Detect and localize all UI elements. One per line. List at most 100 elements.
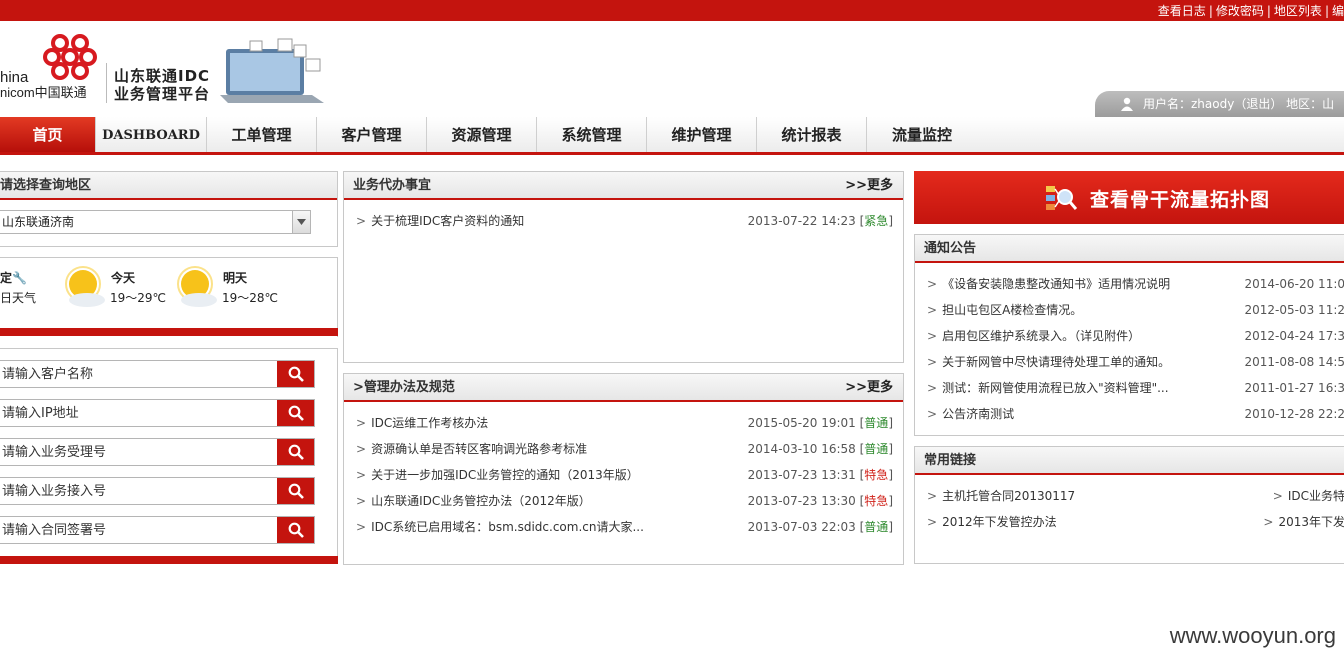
edit-link[interactable]: 编 [1332,4,1344,18]
notice-title[interactable]: 关于新网管中尽快请理待处理工单的通知。 [942,355,1170,369]
rule-item-title[interactable]: 关于进一步加强IDC业务管控的通知（2013年版） [371,468,639,482]
ip-address-input[interactable] [0,400,278,426]
notice-date: 2010-12-28 22:2 [1244,407,1344,421]
nav-traffic[interactable]: 流量监控 [867,117,977,152]
rules-more-link[interactable]: >>更多 [845,374,893,402]
nav-system[interactable]: 系统管理 [537,117,647,152]
tag-urgent: 紧急 [864,214,889,228]
nav-maintenance[interactable]: 维护管理 [647,117,757,152]
notices-panel: 通知公告 > 《设备安装隐患整改通知书》适用情况说明 2014-06-20 11:0… [914,234,1344,436]
topology-search-icon [1046,186,1077,210]
rule-item-title[interactable]: IDC系统已启用域名：bsm.sdidc.com.cn请大家... [371,520,644,534]
contract-number-field [0,516,315,544]
nav-dashboard[interactable]: DASHBOARD [96,117,207,152]
rule-item-title[interactable]: IDC运维工作考核办法 [371,416,488,430]
weather-panel: 定🔧 日天气 今天 19～29℃ 明天 19～28℃ [0,257,338,337]
list-item: > 《设备安装隐患整改通知书》适用情况说明 2014-06-20 11:0 [927,274,1344,294]
rules-panel: >管理办法及规范 >>更多 > IDC运维工作考核办法 2015-05-20 19… [343,373,904,565]
chevron-right-icon: > [927,355,938,369]
topology-button-label: 查看骨干流量拓扑图 [1090,189,1271,211]
rules-panel-title: >管理办法及规范 [353,380,455,395]
chevron-down-icon[interactable] [292,211,310,233]
region-select-value: 山东联通济南 [2,215,75,229]
notice-title[interactable]: 担山屯包区A楼检查情况。 [942,303,1082,317]
weather-label: 定🔧 [0,271,27,285]
rule-item-date: 2013-07-23 13:30 [特急] [747,494,893,508]
nav-home[interactable]: 首页 [0,117,96,152]
ip-address-field [0,399,315,427]
rules-panel-header: >管理办法及规范 >>更多 [344,374,903,402]
tag-urgent: 特急 [864,468,889,482]
divider-bar [0,328,338,336]
partly-sunny-icon [177,266,217,307]
chevron-right-icon: > [356,494,367,508]
nav-workorder[interactable]: 工单管理 [207,117,317,152]
todo-panel-header: 业务代办事宜 >>更多 [344,172,903,200]
search-button[interactable] [277,400,314,426]
region-panel-title: 请选择查询地区 [0,172,337,200]
search-button[interactable] [277,439,314,465]
topology-button[interactable]: 查看骨干流量拓扑图 [914,171,1344,224]
chevron-right-icon: > [927,329,938,343]
chevron-right-icon: > [1272,489,1283,503]
tomorrow-range: 19～28℃ [222,291,279,305]
region-panel: 请选择查询地区 山东联通济南 [0,171,338,247]
nav-reports[interactable]: 统计报表 [757,117,867,152]
chevron-right-icon: > [356,442,367,456]
tag-urgent: 特急 [864,494,889,508]
acceptance-number-field [0,438,315,466]
platform-title-line-2: 业务管理平台 [114,85,211,103]
list-item: > 山东联通IDC业务管控办法（2012年版） 2013-07-23 13:30 … [356,491,893,511]
notice-date: 2012-04-24 17:3 [1244,329,1344,343]
list-item: > 公告济南测试 2010-12-28 22:2 [927,404,1344,424]
link-item-right: > IDC业务特 [1273,486,1344,506]
acceptance-number-input[interactable] [0,439,278,465]
tomorrow-label: 明天 [223,271,248,285]
search-button[interactable] [277,361,314,387]
chevron-right-icon: > [356,214,367,228]
change-password-link[interactable]: 修改密码 [1216,4,1264,18]
notice-title[interactable]: 测试：新网管使用流程已放入"资料管理"... [942,381,1168,395]
view-log-link[interactable]: 查看日志 [1158,4,1206,18]
notice-date: 2011-01-27 16:3 [1244,381,1344,395]
user-info-text[interactable]: 用户名：zhaody（退出） 地区：山 [1143,91,1334,117]
notice-title[interactable]: 公告济南测试 [942,407,1014,421]
rule-item-date: 2013-07-03 22:03 [普通] [747,520,893,534]
access-number-input[interactable] [0,478,278,504]
search-icon [288,444,304,460]
logo-divider [106,63,107,103]
links-panel: 常用链接 > 主机托管合同20130117 > IDC业务特 >2012年下发管控办… [914,446,1344,564]
contract-number-input[interactable] [0,517,278,543]
todo-panel-title: 业务代办事宜 [353,178,432,193]
logo-line-2: nicom中国联通 [0,85,87,100]
rule-item-title[interactable]: 资源确认单是否转区客响调光路参考标准 [371,442,587,456]
chevron-right-icon: > [356,416,367,430]
link-item[interactable]: IDC业务特 [1288,489,1344,503]
wrench-icon[interactable]: 🔧 [12,271,27,285]
link-item[interactable]: 2013年下发 [1278,515,1344,529]
chevron-right-icon: > [356,520,367,534]
search-icon [288,366,304,382]
region-select[interactable]: 山东联通济南 [0,210,311,234]
user-icon [1121,97,1133,111]
rule-item-date: 2014-03-10 16:58 [普通] [747,442,893,456]
todo-more-link[interactable]: >>更多 [845,172,893,200]
link-item[interactable]: 2012年下发管控办法 [942,515,1057,529]
notice-title[interactable]: 启用包区维护系统录入。（详见附件） [942,329,1140,343]
rule-item-title[interactable]: 山东联通IDC业务管控办法（2012年版） [371,494,591,508]
search-button[interactable] [277,478,314,504]
tag-normal: 普通 [864,520,889,534]
region-list-link[interactable]: 地区列表 [1274,4,1322,18]
link-item[interactable]: 主机托管合同20130117 [942,489,1075,503]
list-item: >2012年下发管控办法 >2013年下发 [927,512,1344,532]
separator: | [1208,4,1213,18]
search-button[interactable] [277,517,314,543]
nav-customer[interactable]: 客户管理 [317,117,427,152]
nav-resource[interactable]: 资源管理 [427,117,537,152]
user-info-bar: 用户名：zhaody（退出） 地区：山 [1095,91,1344,117]
customer-name-input[interactable] [0,361,278,387]
chevron-right-icon: > [927,407,938,421]
notice-title[interactable]: 《设备安装隐患整改通知书》适用情况说明 [942,277,1170,291]
header: hina nicom中国联通 山东联通IDC 业务管理平台 用户名：zhaody… [0,21,1344,117]
todo-item-title[interactable]: 关于梳理IDC客户资料的通知 [371,214,524,228]
